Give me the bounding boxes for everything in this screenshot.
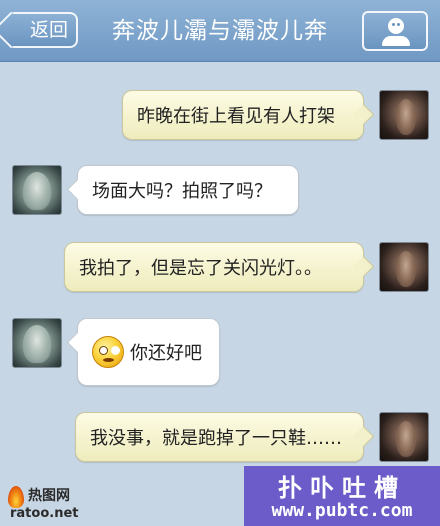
message-bubble-outgoing: 我拍了，但是忘了关闪光灯。。 <box>64 242 364 292</box>
chat-title: 奔波儿灞与灞波儿奔 <box>112 18 328 44</box>
watermark-name: 热图网 <box>28 488 70 504</box>
watermark-ratoo: 热图网 ratoo.net <box>4 484 100 524</box>
message-text: 你还好吧 <box>130 343 202 364</box>
watermark-pubtc: 扑卟吐槽 www.pubtc.com <box>244 466 440 526</box>
person-icon-body <box>382 36 410 46</box>
avatar-contact[interactable] <box>12 165 62 215</box>
flame-icon <box>8 486 24 508</box>
message-bubble-incoming: 你还好吧 <box>77 318 220 386</box>
chat-header: 返回 奔波儿灞与灞波儿奔 <box>0 0 440 62</box>
message-text: 昨晚在街上看见有人打架 <box>137 106 335 127</box>
watermark-url: ratoo.net <box>10 506 79 521</box>
avatar-contact[interactable] <box>12 318 62 368</box>
message-bubble-incoming: 场面大吗？拍照了吗？ <box>77 165 299 215</box>
person-icon <box>388 18 404 34</box>
profile-button[interactable] <box>362 11 428 51</box>
angry-face-emoji-icon <box>92 336 124 368</box>
message-text: 场面大吗？拍照了吗？ <box>92 181 272 202</box>
avatar-self[interactable] <box>379 242 429 292</box>
avatar-self[interactable] <box>379 412 429 462</box>
avatar-self[interactable] <box>379 90 429 140</box>
message-bubble-outgoing: 我没事，就是跑掉了一只鞋…… <box>75 412 364 462</box>
watermark-title: 扑卟吐槽 <box>278 474 406 502</box>
watermark-url: www.pubtc.com <box>271 500 413 521</box>
message-text: 我没事，就是跑掉了一只鞋…… <box>90 428 342 449</box>
back-button-label: 返回 <box>30 19 69 41</box>
back-button[interactable]: 返回 <box>10 12 78 48</box>
message-text: 我拍了，但是忘了关闪光灯。。 <box>79 258 322 279</box>
message-bubble-outgoing: 昨晚在街上看见有人打架 <box>122 90 364 140</box>
